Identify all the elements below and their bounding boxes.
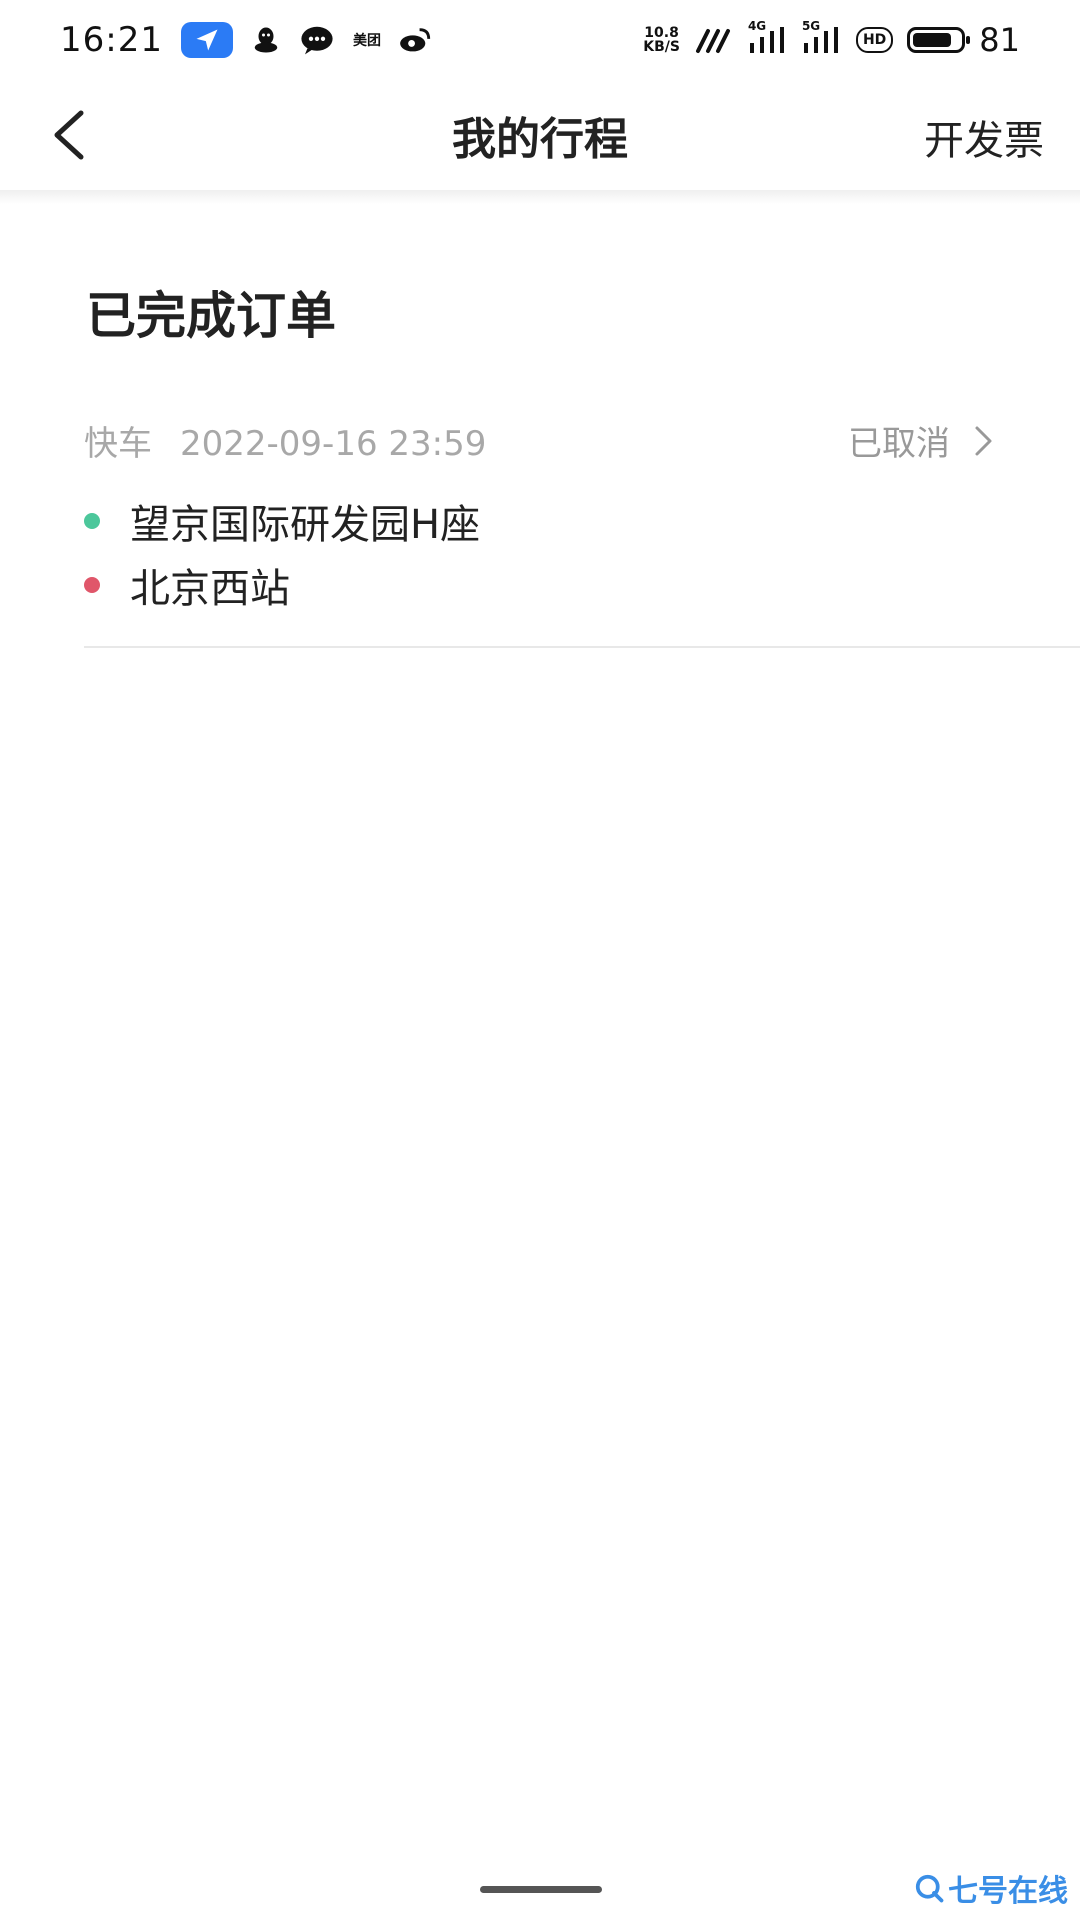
watermark-text: 七号在线 (948, 1874, 1068, 1909)
order-datetime: 2022-09-16 23:59 (180, 424, 487, 464)
weibo-icon (399, 27, 431, 53)
meituan-icon: 美团 (352, 33, 381, 49)
origin-address: 望京国际研发园H座 (130, 502, 481, 548)
qq-icon (251, 25, 281, 55)
hd-label: HD (862, 32, 887, 48)
section-title: 已完成订单 (86, 287, 336, 345)
wifi-icon (694, 25, 734, 55)
status-left: 16:21 美团 (60, 20, 431, 60)
location-arrow-icon (180, 22, 233, 58)
status-bar: 16:21 美团 10.8 KB/S 4G 5G HD 81 (0, 0, 1080, 80)
origin-dot-icon (84, 513, 100, 529)
destination-dot-icon (84, 577, 100, 593)
destination-address: 北京西站 (130, 566, 290, 612)
signal-4g-icon: 4G (748, 19, 788, 55)
wechat-icon (299, 25, 335, 55)
order-status[interactable]: 已取消 (848, 416, 994, 465)
destination-stop: 北京西站 (84, 556, 290, 614)
order-status-label: 已取消 (848, 424, 950, 464)
order-meta: 快车 2022-09-16 23:59 (84, 416, 486, 465)
origin-stop: 望京国际研发园H座 (84, 492, 480, 550)
back-button[interactable] (36, 102, 102, 168)
watermark: 七号在线 (914, 1866, 1068, 1910)
order-type: 快车 (84, 424, 152, 464)
signal-5g-label: 5G (801, 19, 821, 33)
status-time: 16:21 (60, 20, 163, 60)
watermark-logo-icon (915, 1874, 944, 1903)
card-divider (84, 646, 1080, 648)
status-right: 10.8 KB/S 4G 5G HD 81 (643, 19, 1020, 59)
net-speed-unit: KB/S (643, 39, 680, 55)
order-card[interactable]: 快车 2022-09-16 23:59 已取消 望京国际研发园H座 北京西站 (84, 400, 1080, 650)
chevron-left-icon (54, 110, 84, 160)
net-speed-value: 10.8 (644, 25, 679, 41)
home-indicator[interactable] (480, 1886, 602, 1893)
trip-page: 16:21 美团 10.8 KB/S 4G 5G HD 81 我的行程 开发票 … (0, 0, 1080, 1920)
signal-4g-label: 4G (747, 19, 767, 33)
battery-fill (913, 33, 951, 47)
chevron-right-icon (975, 426, 992, 455)
hd-icon: HD (855, 27, 894, 53)
header-divider (0, 190, 1080, 204)
signal-5g-icon: 5G (802, 19, 842, 55)
invoice-button[interactable]: 开发票 (924, 108, 1044, 166)
page-title: 我的行程 (452, 114, 628, 165)
battery-icon (907, 27, 971, 53)
top-nav: 我的行程 开发票 (0, 80, 1080, 190)
battery-percent: 81 (979, 21, 1020, 59)
net-speed: 10.8 KB/S (643, 26, 680, 54)
